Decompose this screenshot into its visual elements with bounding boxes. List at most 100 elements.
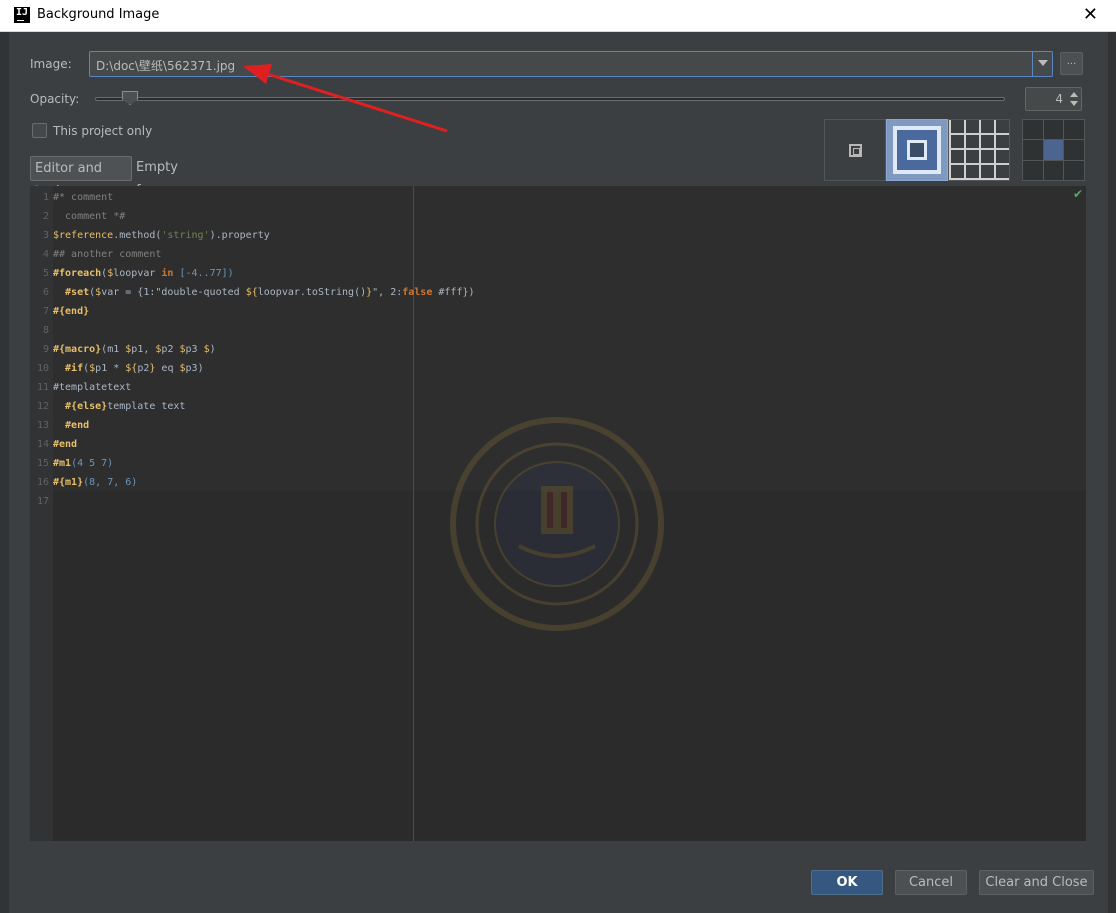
code-token: #{else} <box>53 401 108 412</box>
code-token: #fff}) <box>432 287 475 298</box>
cancel-button[interactable]: Cancel <box>895 870 967 895</box>
anchor-cell[interactable] <box>1023 160 1043 180</box>
code-token: template text <box>107 401 186 412</box>
code-token: p2 <box>137 363 150 374</box>
anchor-cell[interactable] <box>1064 120 1084 140</box>
code-token: (m1 <box>101 344 126 355</box>
scale-icon <box>893 126 941 174</box>
fill-tile-button[interactable] <box>948 119 1010 181</box>
tab-editor-and-tools[interactable]: Editor and tools <box>30 156 132 199</box>
image-path-combo[interactable]: D:\doc\壁纸\562371.jpg <box>89 51 1053 77</box>
code-token: #{macro} <box>53 344 102 355</box>
code-token: (8, 7, 6) <box>83 477 138 488</box>
line-number: 6 <box>42 287 49 298</box>
chevron-up-icon[interactable] <box>1070 92 1078 97</box>
line-number: 14 <box>36 439 49 450</box>
code-token: ).property <box>209 230 270 241</box>
code-line: #templatetext <box>53 382 131 393</box>
line-number: 13 <box>36 420 49 431</box>
code-token: 'string' <box>161 230 210 241</box>
ide-background-strip <box>0 32 9 913</box>
code-line: #{end} <box>53 306 89 317</box>
code-line: #if($p1 * ${p2} eq $p3) <box>53 363 204 374</box>
code-token: #* comment <box>53 192 114 203</box>
code-line: #set($var = {1:"double-quoted ${loopvar.… <box>53 287 475 298</box>
code-token: var = {1:"double-quoted <box>101 287 246 298</box>
chevron-down-icon[interactable] <box>1070 101 1078 106</box>
code-line: #* comment <box>53 192 113 203</box>
chevron-down-icon[interactable] <box>1038 60 1048 66</box>
code-token: p1, <box>131 344 156 355</box>
this-project-only-checkbox[interactable] <box>32 123 47 138</box>
fill-plain-button[interactable] <box>824 119 886 181</box>
code-line: #{macro}(m1 $p1, $p2 $p3 $) <box>53 344 216 355</box>
line-number: 10 <box>36 363 49 374</box>
code-token: #foreach <box>53 268 102 279</box>
code-line: #end <box>53 420 89 431</box>
intellij-logo-icon: IJ <box>14 7 30 23</box>
code-token: [-4..77]) <box>173 268 234 279</box>
plain-icon <box>849 144 862 157</box>
window-title: Background Image <box>37 7 160 22</box>
anchor-cell[interactable] <box>1023 140 1043 160</box>
image-path-value[interactable]: D:\doc\壁纸\562371.jpg <box>96 57 235 74</box>
line-number: 4 <box>42 249 49 260</box>
anchor-cell[interactable] <box>1064 140 1084 160</box>
anchor-cell[interactable] <box>1064 160 1084 180</box>
code-line: #{else}template text <box>53 401 185 412</box>
ok-button[interactable]: OK <box>811 870 883 895</box>
code-token: .method( <box>113 230 162 241</box>
line-number: 17 <box>36 496 49 507</box>
code-token: $reference <box>53 230 114 241</box>
anchor-cell[interactable] <box>1023 120 1043 140</box>
opacity-slider[interactable] <box>95 97 1005 101</box>
line-number: 9 <box>42 344 49 355</box>
anchor-cell[interactable] <box>1043 160 1064 180</box>
code-token: ${ <box>125 363 138 374</box>
clear-and-close-button[interactable]: Clear and Close <box>979 870 1094 895</box>
code-token: p3 <box>185 344 204 355</box>
code-token: eq <box>155 363 180 374</box>
seal-watermark-icon <box>450 417 664 631</box>
code-token: ) <box>209 344 216 355</box>
code-token: #templatetext <box>53 382 132 393</box>
line-number: 16 <box>36 477 49 488</box>
line-number: 11 <box>36 382 49 393</box>
right-margin-guide <box>413 186 414 841</box>
code-token: p1 * <box>95 363 126 374</box>
code-token: in <box>161 268 174 279</box>
line-number: 3 <box>42 230 49 241</box>
code-token: (4 5 7) <box>71 458 114 469</box>
code-token: loopvar <box>113 268 162 279</box>
checkmark-icon: ✔ <box>1072 187 1083 201</box>
line-number: 12 <box>36 401 49 412</box>
anchor-grid[interactable] <box>1022 119 1085 181</box>
fill-scale-button[interactable] <box>886 119 948 181</box>
this-project-only-label[interactable]: This project only <box>53 124 152 138</box>
line-number: 7 <box>42 306 49 317</box>
combo-divider <box>1032 52 1033 76</box>
code-line: #{m1}(8, 7, 6) <box>53 477 137 488</box>
code-token: p2 <box>161 344 180 355</box>
code-token: false <box>402 287 433 298</box>
code-line: #m1(4 5 7) <box>53 458 113 469</box>
code-token: loopvar.toString() <box>257 287 367 298</box>
code-token: #{m1} <box>53 477 84 488</box>
code-line: comment *# <box>53 211 125 222</box>
line-number: 2 <box>42 211 49 222</box>
code-token: ${ <box>245 287 258 298</box>
line-number: 1 <box>42 192 49 203</box>
anchor-cell-selected[interactable] <box>1043 140 1064 160</box>
opacity-spinner[interactable]: 4 <box>1025 87 1082 111</box>
opacity-slider-thumb[interactable] <box>122 91 138 105</box>
anchor-cell[interactable] <box>1043 120 1064 140</box>
image-label: Image: <box>30 57 72 71</box>
line-number: 8 <box>42 325 49 336</box>
browse-button[interactable]: ... <box>1060 52 1083 75</box>
title-bar[interactable]: IJ Background Image ✕ <box>0 0 1116 32</box>
close-icon[interactable]: ✕ <box>1083 4 1098 25</box>
tab-empty-frame[interactable]: Empty frame <box>132 156 222 198</box>
code-line: $reference.method('string').property <box>53 230 270 241</box>
opacity-value[interactable]: 4 <box>1055 92 1063 106</box>
ide-background-strip <box>1108 32 1116 913</box>
